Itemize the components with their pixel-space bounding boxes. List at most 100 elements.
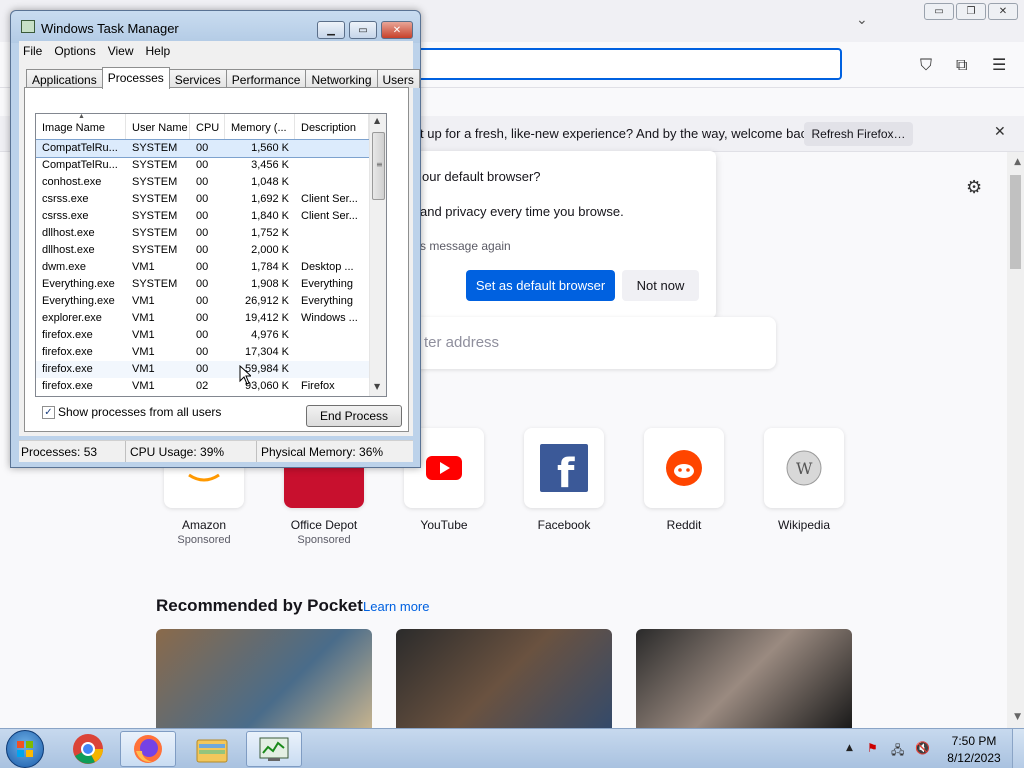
set-default-browser-button[interactable]: Set as default browser bbox=[466, 270, 615, 301]
column-label: Description bbox=[301, 122, 357, 134]
cell-description bbox=[295, 361, 369, 378]
volume-muted-icon[interactable]: 🔇 bbox=[915, 741, 931, 755]
start-button[interactable] bbox=[6, 730, 44, 768]
taskbar-firefox[interactable] bbox=[120, 731, 176, 767]
menu-options[interactable]: Options bbox=[50, 41, 103, 61]
cell-user-name: SYSTEM bbox=[132, 244, 178, 256]
minimize-button[interactable]: ▁ bbox=[317, 21, 345, 39]
refresh-firefox-button[interactable]: Refresh Firefox… bbox=[804, 122, 913, 146]
table-row[interactable]: dllhost.exe SYSTEM 00 1,752 K bbox=[36, 225, 369, 242]
cell-cpu: 00 bbox=[196, 278, 209, 290]
pocket-learn-more-link[interactable]: Learn more bbox=[363, 599, 429, 614]
extensions-icon[interactable]: ⧉ bbox=[956, 55, 967, 75]
task-manager-titlebar[interactable]: Windows Task Manager ▁ ▭ ✕ bbox=[11, 11, 420, 43]
column-description[interactable]: Description bbox=[295, 114, 369, 139]
column-label: CPU bbox=[196, 122, 220, 134]
pocket-story-card[interactable] bbox=[636, 629, 852, 728]
scrollbar-thumb[interactable] bbox=[1010, 175, 1021, 269]
wikipedia-tile[interactable]: W bbox=[764, 428, 844, 508]
not-now-button[interactable]: Not now bbox=[622, 270, 699, 301]
table-row[interactable]: Everything.exe SYSTEM 00 1,908 K Everything bbox=[36, 276, 369, 293]
notice-close-icon[interactable]: ✕ bbox=[994, 124, 1006, 140]
table-row[interactable]: dllhost.exe SYSTEM 00 2,000 K bbox=[36, 242, 369, 259]
cell-cpu: 00 bbox=[196, 176, 209, 188]
close-button[interactable]: ✕ bbox=[381, 21, 413, 39]
tab-services[interactable]: Services bbox=[168, 69, 227, 88]
column-image-name[interactable]: ▲ Image Name bbox=[36, 114, 126, 139]
firefox-close-button[interactable]: ✕ bbox=[988, 3, 1018, 20]
end-process-button[interactable]: End Process bbox=[306, 405, 402, 427]
table-row[interactable]: Everything.exe VM1 00 26,912 K Everything bbox=[36, 293, 369, 310]
scroll-up-arrow-icon[interactable]: ▲ bbox=[374, 116, 380, 125]
tab-networking[interactable]: Networking bbox=[305, 69, 378, 88]
column-user-name[interactable]: User Name bbox=[126, 114, 190, 139]
newtab-search-input[interactable]: ter address bbox=[400, 317, 776, 369]
reddit-tile[interactable] bbox=[644, 428, 724, 508]
cell-image-name: firefox.exe bbox=[42, 329, 93, 341]
scrollbar-thumb[interactable]: ≡ bbox=[372, 132, 385, 200]
scroll-down-arrow-icon[interactable]: ▼ bbox=[374, 382, 380, 391]
column-cpu[interactable]: CPU bbox=[190, 114, 225, 139]
cell-description: Firefox bbox=[301, 380, 335, 392]
process-list[interactable]: ▲ Image Name User Name CPU Memory (... D… bbox=[35, 113, 387, 397]
cell-memory: 1,692 K bbox=[251, 193, 289, 205]
maximize-button[interactable]: ▭ bbox=[349, 21, 377, 39]
table-row[interactable]: dwm.exe VM1 00 1,784 K Desktop ... bbox=[36, 259, 369, 276]
cell-cpu: 00 bbox=[196, 142, 209, 154]
tab-strip: Applications Processes Services Performa… bbox=[26, 67, 420, 89]
menu-help[interactable]: Help bbox=[142, 41, 179, 61]
table-row[interactable]: firefox.exe VM1 02 93,060 K Firefox bbox=[36, 378, 369, 395]
cell-description: Desktop ... bbox=[301, 261, 354, 273]
checkbox-check-icon[interactable]: ✓ bbox=[42, 405, 55, 419]
pocket-story-card[interactable] bbox=[396, 629, 612, 728]
clock-date[interactable]: 8/12/2023 bbox=[942, 751, 1006, 765]
windows-taskbar: ▲ ⚑ 🖧 🔇 7:50 PM 8/12/2023 bbox=[0, 728, 1024, 768]
cell-description: Everything bbox=[301, 278, 353, 290]
firefox-restore-button[interactable]: ❐ bbox=[956, 3, 986, 20]
pocket-section-title: Recommended by Pocket bbox=[156, 596, 363, 615]
cell-cpu: 02 bbox=[196, 380, 209, 392]
taskbar-file-explorer[interactable] bbox=[184, 731, 240, 767]
newtab-settings-gear-icon[interactable]: ⚙ bbox=[966, 177, 982, 198]
menu-view[interactable]: View bbox=[104, 41, 142, 61]
table-row[interactable]: csrss.exe SYSTEM 00 1,692 K Client Ser... bbox=[36, 191, 369, 208]
table-row[interactable]: conhost.exe SYSTEM 00 1,048 K bbox=[36, 174, 369, 191]
scroll-up-arrow-icon[interactable]: ▲ bbox=[1014, 157, 1021, 167]
table-row[interactable]: csrss.exe SYSTEM 00 1,840 K Client Ser... bbox=[36, 208, 369, 225]
taskbar-task-manager[interactable] bbox=[246, 731, 302, 767]
show-all-processes-checkbox[interactable]: ✓ Show processes from all users bbox=[42, 405, 221, 419]
pocket-icon[interactable]: ⛉ bbox=[920, 55, 932, 75]
tab-list-chevron-icon[interactable]: ⌄ bbox=[856, 12, 868, 28]
table-row[interactable]: firefox.exe VM1 00 17,304 K bbox=[36, 344, 369, 361]
dont-show-again-label[interactable]: s message again bbox=[420, 239, 511, 253]
tab-users[interactable]: Users bbox=[376, 69, 420, 88]
process-list-scrollbar[interactable]: ▲ ≡ ▼ bbox=[369, 114, 386, 396]
column-memory[interactable]: Memory (... bbox=[225, 114, 295, 139]
task-manager-client: Applications Processes Services Performa… bbox=[19, 61, 420, 436]
url-bar[interactable]: ess bbox=[380, 48, 842, 80]
facebook-tile[interactable]: f bbox=[524, 428, 604, 508]
table-row[interactable]: CompatTelRu... SYSTEM 00 1,560 K bbox=[36, 139, 370, 158]
firefox-minimize-button[interactable]: ▭ bbox=[924, 3, 954, 20]
table-row[interactable]: firefox.exe VM1 00 59,984 K bbox=[36, 361, 369, 378]
network-icon[interactable]: 🖧 bbox=[891, 741, 907, 757]
task-manager-icon bbox=[259, 737, 289, 761]
cell-image-name: dllhost.exe bbox=[42, 244, 95, 256]
tray-show-hidden-icon[interactable]: ▲ bbox=[846, 743, 853, 753]
action-center-flag-icon[interactable]: ⚑ bbox=[867, 741, 883, 755]
table-row[interactable]: firefox.exe VM1 00 4,976 K bbox=[36, 327, 369, 344]
show-desktop-button[interactable] bbox=[1012, 729, 1024, 768]
tab-performance[interactable]: Performance bbox=[225, 69, 307, 88]
pocket-story-card[interactable] bbox=[156, 629, 372, 728]
table-row[interactable]: explorer.exe VM1 00 19,412 K Windows ... bbox=[36, 310, 369, 327]
menu-hamburger-icon[interactable]: ☰ bbox=[992, 55, 1006, 74]
table-row[interactable]: CompatTelRu... SYSTEM 00 3,456 K bbox=[36, 157, 369, 174]
process-rows: CompatTelRu... SYSTEM 00 1,560 K CompatTelRu… bbox=[36, 139, 370, 395]
cell-memory: 1,908 K bbox=[251, 278, 289, 290]
tab-applications[interactable]: Applications bbox=[26, 69, 103, 88]
tab-processes[interactable]: Processes bbox=[101, 67, 170, 89]
taskbar-chrome[interactable] bbox=[60, 731, 116, 767]
clock-time[interactable]: 7:50 PM bbox=[942, 734, 1006, 748]
menu-file[interactable]: File bbox=[19, 41, 50, 61]
scroll-down-arrow-icon[interactable]: ▼ bbox=[1014, 712, 1021, 722]
